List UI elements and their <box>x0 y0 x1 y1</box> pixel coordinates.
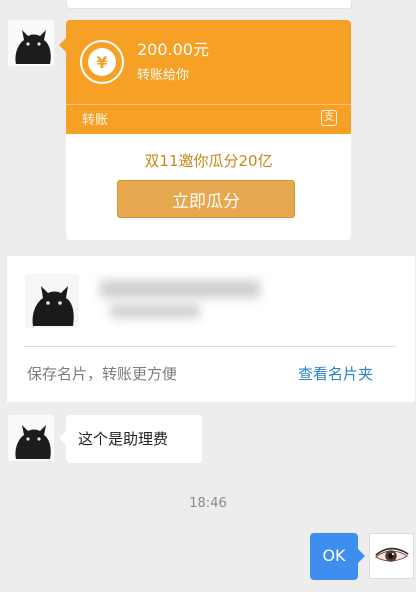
view-card-folder-link[interactable]: 查看名片夹 <box>298 363 373 384</box>
previous-message-bubble <box>66 0 352 9</box>
own-avatar[interactable] <box>369 533 414 579</box>
bubble-arrow <box>59 38 66 52</box>
bubble-arrow <box>358 549 365 563</box>
transfer-amount: 200.00元 <box>137 40 209 59</box>
promo-text: 双11邀你瓜分20亿 <box>144 152 273 170</box>
transfer-message-card[interactable]: ¥ 200.00元 转账给你 转账 支 双11邀你瓜分20亿 立即瓜分 <box>59 20 351 240</box>
transfer-subtitle: 转账给你 <box>137 68 190 83</box>
sender-avatar[interactable] <box>8 20 54 66</box>
message-timestamp: 18:46 <box>189 496 227 511</box>
message-text: 这个是助理费 <box>78 430 169 448</box>
bubble-arrow <box>59 431 66 445</box>
transfer-label: 转账 <box>82 113 109 128</box>
own-message-text: OK <box>322 546 346 565</box>
black-cat-avatar-image <box>8 20 54 66</box>
save-card-hint: 保存名片，转账更方便 <box>27 365 178 383</box>
black-cat-avatar-image <box>25 274 79 328</box>
text-message-bubble[interactable]: 这个是助理费 <box>59 415 202 463</box>
black-cat-avatar-image <box>8 415 54 461</box>
eye-avatar-image <box>370 534 413 578</box>
contact-card-divider <box>24 346 396 347</box>
transfer-header[interactable]: ¥ 200.00元 转账给你 转账 支 <box>66 20 351 134</box>
transfer-icon: ¥ <box>80 40 124 84</box>
own-message-bubble[interactable]: OK <box>310 533 365 580</box>
blurred-contact-id <box>110 304 200 318</box>
contact-avatar[interactable] <box>25 274 79 328</box>
sender-avatar[interactable] <box>8 415 54 461</box>
yuan-symbol: ¥ <box>88 48 116 76</box>
claim-button[interactable]: 立即瓜分 <box>117 180 295 218</box>
transfer-divider <box>66 104 351 105</box>
alipay-icon: 支 <box>321 110 337 126</box>
blurred-contact-name <box>100 280 260 298</box>
